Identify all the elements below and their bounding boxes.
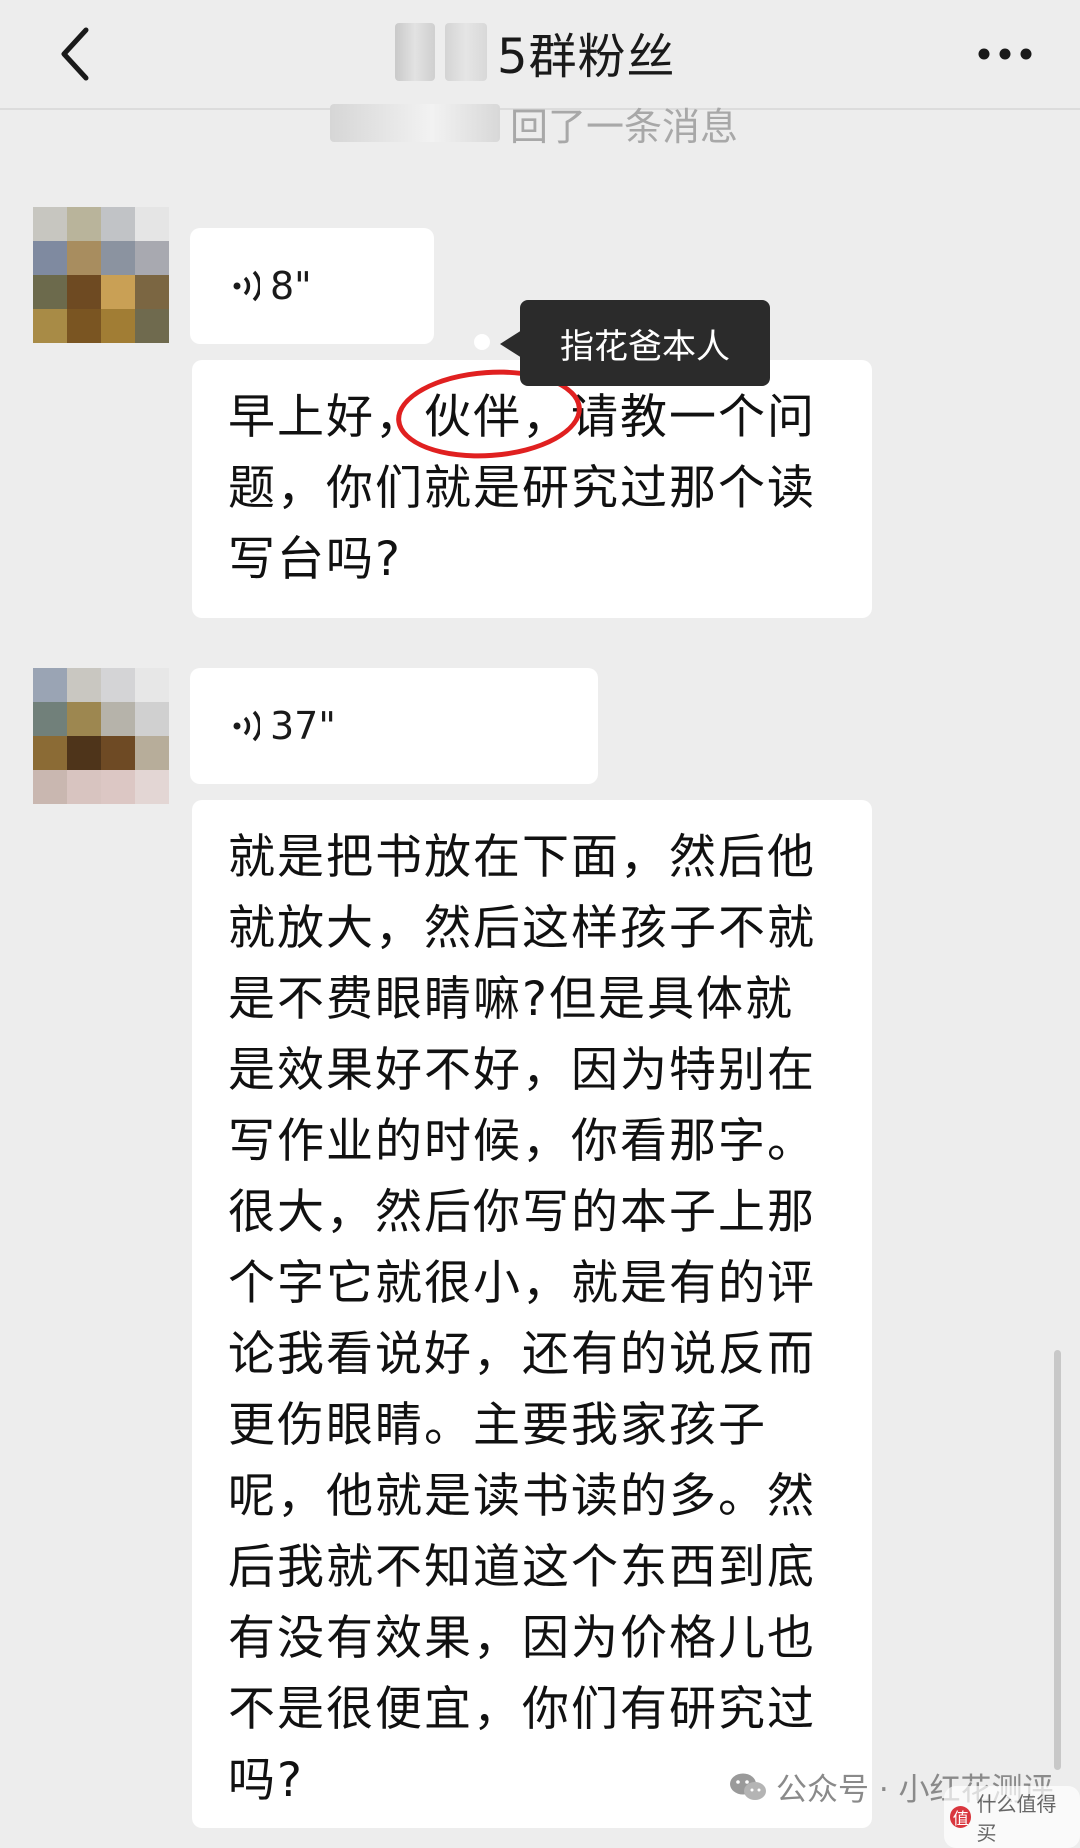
- voice-message[interactable]: 37": [190, 668, 598, 784]
- avatar[interactable]: [33, 207, 169, 343]
- voice-duration: 37": [270, 704, 336, 748]
- annotation-tooltip: 指花爸本人: [500, 300, 770, 386]
- more-button[interactable]: [970, 24, 1040, 84]
- site-logo-icon: 值: [950, 1806, 972, 1828]
- blurred-group-name: [445, 23, 487, 81]
- blurred-user-name: [330, 104, 500, 142]
- text-message[interactable]: 就是把书放在下面，然后他就放大，然后这样孩子不就是不费眼睛嘛?但是具体就是效果好…: [192, 800, 872, 1828]
- chat-title: 5群粉丝: [497, 29, 676, 85]
- wechat-icon: [730, 1773, 766, 1800]
- chat-title-area: 5群粉丝: [395, 12, 676, 92]
- voice-wave-icon: [233, 710, 260, 742]
- voice-duration: 8": [270, 264, 312, 308]
- system-message-text: 回了一条消息: [510, 104, 739, 149]
- scrollbar[interactable]: [1054, 1350, 1061, 1770]
- site-badge-text: 什么值得买: [976, 1792, 1057, 1845]
- avatar[interactable]: [33, 668, 169, 804]
- top-bar: 5群粉丝: [0, 0, 1080, 110]
- chevron-left-icon: [61, 27, 89, 81]
- voice-wave-icon: [233, 270, 260, 302]
- blurred-group-name: [395, 23, 435, 81]
- site-badge: 值 什么值得买: [944, 1786, 1080, 1848]
- voice-message[interactable]: 8": [190, 228, 434, 344]
- annotation-dot: [474, 334, 490, 350]
- back-button[interactable]: [40, 14, 110, 94]
- system-message: 回了一条消息: [330, 100, 738, 149]
- more-dots-icon: [978, 48, 1032, 60]
